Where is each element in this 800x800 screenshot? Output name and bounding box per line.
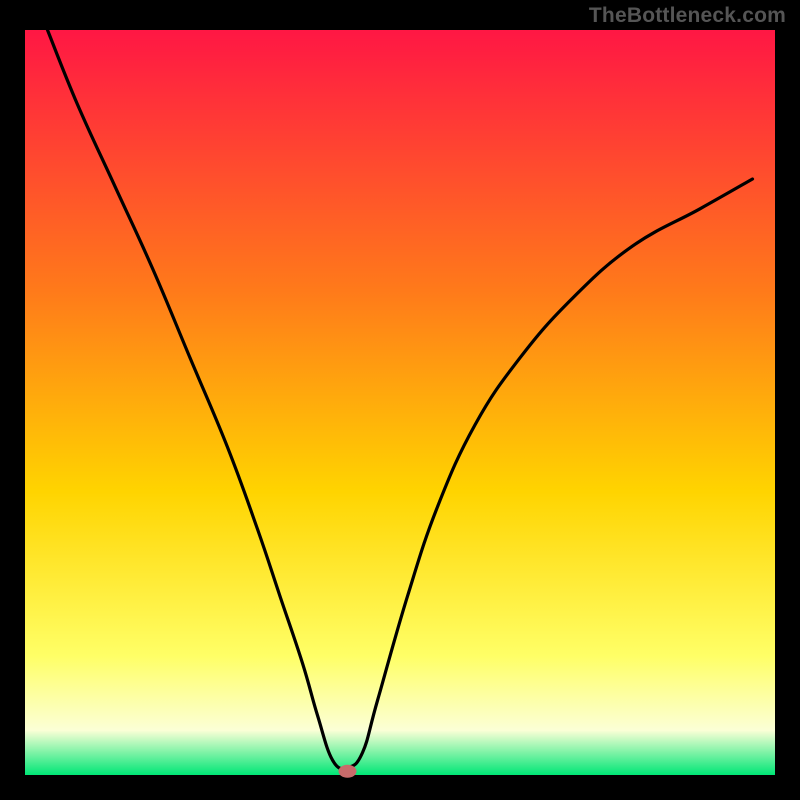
watermark-text: TheBottleneck.com (589, 4, 786, 28)
bottleneck-chart (0, 0, 800, 800)
optimal-point-marker (339, 765, 357, 778)
gradient-plot-area (25, 30, 775, 775)
chart-frame: TheBottleneck.com (0, 0, 800, 800)
